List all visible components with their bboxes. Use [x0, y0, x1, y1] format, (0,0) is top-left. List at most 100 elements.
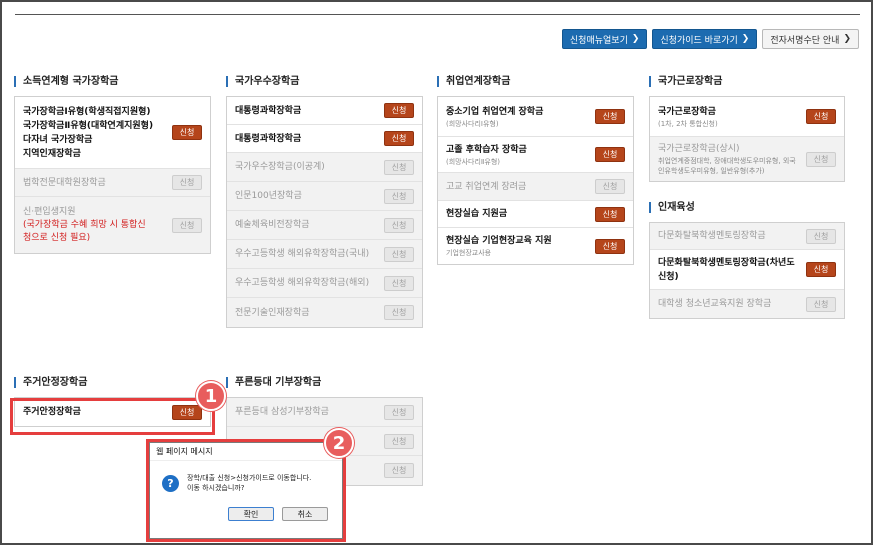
list-item: 다문화탈북학생멘토링장학금(차년도 신청) 신청 [650, 250, 844, 290]
apply-button-disabled: 신청 [384, 159, 414, 175]
item-label: 중소기업 취업연계 장학금 [446, 106, 544, 117]
section-title: 소득연계형 국가장학금 [14, 76, 211, 87]
apply-button[interactable]: 신청 [384, 103, 414, 118]
item-label: 예술체육비전장학금 [235, 220, 310, 230]
list-item: 국가장학금Ⅰ유형(학생직접지원형) 국가장학금Ⅱ유형(대학연계지원형) 다자녀 … [15, 97, 210, 169]
scholarship-list: 다문화탈북학생멘토링장학금 신청 다문화탈북학생멘토링장학금(차년도 신청) 신청 … [649, 222, 845, 319]
list-item: 우수고등학생 해외유학장학금(해외) 신청 [227, 269, 422, 298]
apply-button-disabled: 신청 [806, 151, 836, 167]
scholarship-list: 국가장학금Ⅰ유형(학생직접지원형) 국가장학금Ⅱ유형(대학연계지원형) 다자녀 … [14, 96, 211, 254]
section-income: 소득연계형 국가장학금 국가장학금Ⅰ유형(학생직접지원형) 국가장학금Ⅱ유형(대… [14, 76, 211, 254]
apply-button[interactable]: 신청 [595, 206, 625, 222]
section-title: 국가근로장학금 [649, 76, 845, 87]
scholarship-list: 중소기업 취업연계 장학금 (희망사다리Ⅰ유형) 신청 고졸 후학습자 장학금 (희… [437, 96, 634, 265]
item-label: 국가장학금Ⅰ유형(학생직접지원형) [23, 106, 151, 117]
section-title: 인재육성 [649, 202, 845, 213]
section-employment: 취업연계장학금 중소기업 취업연계 장학금 (희망사다리Ⅰ유형) 신청 고졸 후학… [437, 76, 634, 265]
apply-button-disabled: 신청 [384, 433, 414, 449]
apply-button-disabled: 신청 [384, 188, 414, 204]
item-label: 고교 취업연계 장려금 [446, 181, 527, 192]
chevron-right-icon: ❯ [843, 34, 851, 44]
item-label: 대통령과학장학금 [235, 105, 302, 116]
list-item: 현장실습 지원금 신청 [438, 201, 633, 228]
item-label: 푸른등대 삼성기부장학금 [235, 407, 329, 417]
item-sub: 기업현장교사용 [446, 249, 492, 257]
list-item: 국가우수장학금(이공계) 신청 [227, 153, 422, 182]
item-sub: (희망사다리Ⅰ유형) [446, 119, 499, 128]
apply-button-disabled: 신청 [384, 305, 414, 320]
list-item: 전문기술인재장학금 신청 [227, 298, 422, 327]
list-item: 인문100년장학금 신청 [227, 182, 422, 211]
item-label: 전문기술인재장학금 [235, 307, 310, 318]
list-item: 예술체육비전장학금 신청 [227, 211, 422, 240]
list-item: 대통령과학장학금 신청 [227, 125, 422, 153]
list-item: 대통령과학장학금 신청 [227, 97, 422, 125]
apply-button-disabled: 신청 [384, 217, 414, 233]
item-label: 국가장학금Ⅱ유형(대학연계지원형) [23, 120, 154, 131]
guide-button-label: 신청가이드 바로가기 [660, 35, 738, 46]
item-label: 지역인재장학금 [23, 148, 81, 159]
section-title: 취업연계장학금 [437, 76, 634, 87]
list-item: 국가근로장학금(상시) 취업연계중점대학, 장애대학생도우미유형, 외국인유학생도… [650, 137, 844, 181]
chevron-right-icon: ❯ [631, 34, 640, 44]
item-label: 국가우수장학금(이공계) [235, 162, 325, 172]
apply-button-disabled: 신청 [384, 246, 414, 262]
chevron-right-icon: ❯ [741, 34, 750, 44]
apply-button[interactable]: 신청 [172, 125, 202, 140]
section-title: 주거안정장학금 [14, 377, 211, 388]
list-item: 법학전문대학원장학금 신청 [15, 169, 210, 197]
highlight-box [10, 398, 215, 435]
step-marker-2: 2 [324, 428, 354, 458]
apply-button-disabled: 신청 [384, 404, 414, 420]
list-item: 우수고등학생 해외유학장학금(국내) 신청 [227, 240, 422, 269]
apply-button[interactable]: 신청 [595, 238, 625, 254]
item-label: 대통령과학장학금 [235, 133, 302, 144]
item-sub: (1차, 2차 통합신청) [658, 119, 718, 128]
apply-button-disabled: 신청 [595, 179, 625, 194]
apply-button[interactable]: 신청 [384, 131, 414, 146]
item-label: 다자녀 국가장학금 [23, 134, 93, 145]
item-sub: 취업연계중점대학, 장애대학생도우미유형, 외국인유학생도우미유형, 일반유형(… [658, 157, 796, 175]
item-label: 우수고등학생 해외유학장학금(해외) [235, 278, 370, 288]
item-label: 다문화탈북학생멘토링장학금(차년도 신청) [658, 257, 795, 282]
apply-button-disabled: 신청 [384, 275, 414, 291]
apply-button-disabled: 신청 [172, 217, 202, 233]
item-label: 인문100년장학금 [235, 191, 302, 201]
apply-button[interactable]: 신청 [806, 109, 836, 124]
list-item: 신·편입생지원 (국가장학금 수혜 희망 시 통합신청으로 신청 필요) 신청 [15, 197, 210, 253]
apply-button[interactable]: 신청 [595, 147, 625, 162]
list-item: 고졸 후학습자 장학금 (희망사다리Ⅱ유형) 신청 [438, 137, 633, 173]
apply-button[interactable]: 신청 [595, 109, 625, 124]
esign-button-label: 전자서명수단 안내 [770, 35, 840, 46]
manual-button[interactable]: 신청매뉴얼보기 ❯ [561, 29, 648, 49]
highlight-box [146, 439, 346, 542]
guide-button[interactable]: 신청가이드 바로가기 ❯ [652, 29, 758, 49]
section-merit: 국가우수장학금 대통령과학장학금 신청 대통령과학장학금 신청 국가우수장학금(이공… [226, 76, 423, 328]
apply-button-disabled: 신청 [806, 296, 836, 312]
scholarship-list: 대통령과학장학금 신청 대통령과학장학금 신청 국가우수장학금(이공계) 신청 인문1… [226, 96, 423, 328]
list-item: 다문화탈북학생멘토링장학금 신청 [650, 223, 844, 250]
step-marker-1: 1 [196, 381, 226, 411]
item-label: 다문화탈북학생멘토링장학금 [658, 231, 766, 241]
list-item: 중소기업 취업연계 장학금 (희망사다리Ⅰ유형) 신청 [438, 97, 633, 137]
esign-info-button[interactable]: 전자서명수단 안내 ❯ [762, 29, 859, 49]
section-title: 푸른등대 기부장학금 [226, 377, 423, 388]
section-work: 국가근로장학금 국가근로장학금 (1차, 2차 통합신청) 신청 국가근로장학금(… [649, 76, 845, 182]
apply-button-disabled: 신청 [172, 175, 202, 190]
list-item: 고교 취업연계 장려금 신청 [438, 173, 633, 201]
item-note: (국가장학금 수혜 희망 시 통합신청으로 신청 필요) [23, 220, 146, 243]
item-label: 신·편입생지원 [23, 207, 76, 217]
item-label: 대학생 청소년교육지원 장학금 [658, 299, 772, 309]
item-label: 법학전문대학원장학금 [23, 177, 106, 188]
manual-button-label: 신청매뉴얼보기 [569, 35, 628, 46]
list-item: 푸른등대 삼성기부장학금 신청 [227, 398, 422, 427]
item-label: 우수고등학생 해외유학장학금(국내) [235, 249, 370, 259]
item-sub: (희망사다리Ⅱ유형) [446, 157, 500, 166]
apply-button-disabled: 신청 [806, 228, 836, 244]
item-label: 국가근로장학금 [658, 106, 716, 117]
top-button-group: 신청매뉴얼보기 ❯ 신청가이드 바로가기 ❯ 전자서명수단 안내 ❯ [561, 29, 859, 49]
apply-button[interactable]: 신청 [806, 262, 836, 277]
item-label: 국가근로장학금(상시) [658, 144, 740, 154]
item-label: 고졸 후학습자 장학금 [446, 144, 527, 155]
section-talent: 인재육성 다문화탈북학생멘토링장학금 신청 다문화탈북학생멘토링장학금(차년도 신… [649, 202, 845, 319]
